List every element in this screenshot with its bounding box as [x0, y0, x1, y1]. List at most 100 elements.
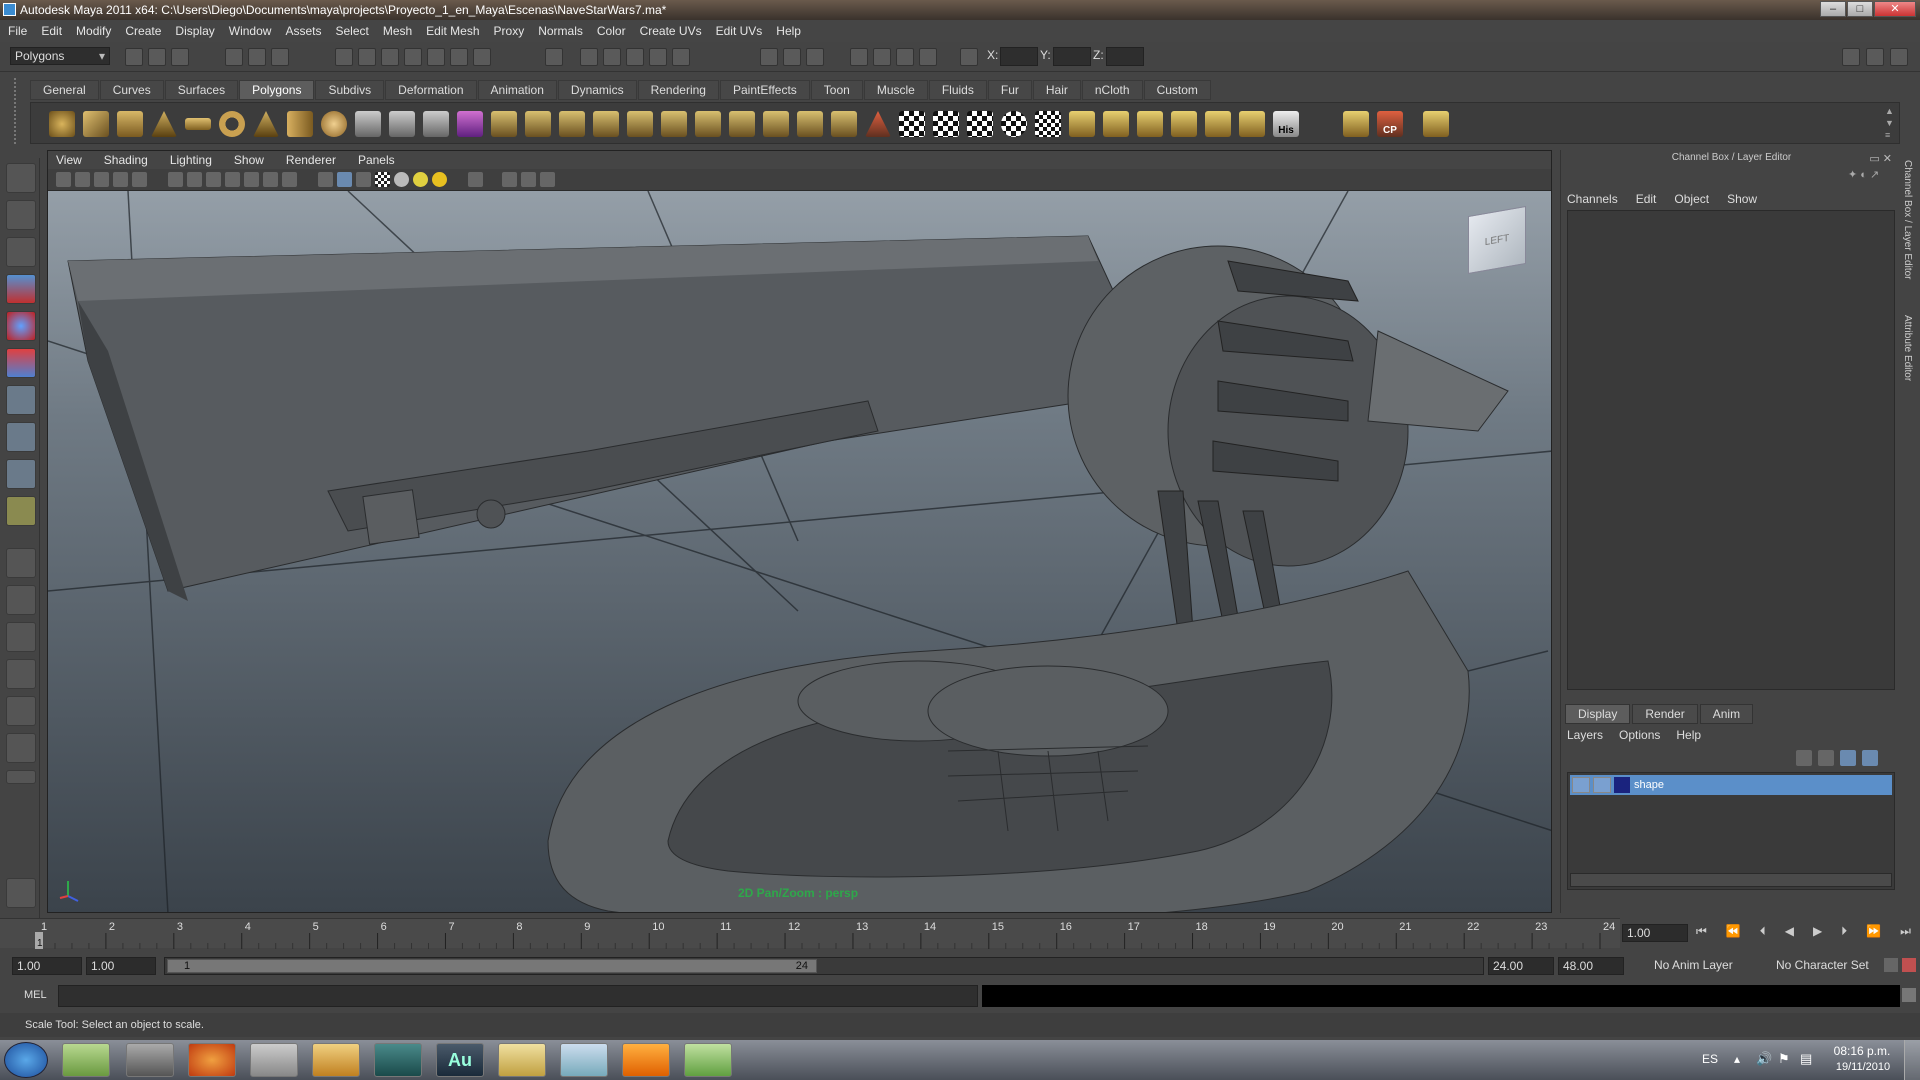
render-view-icon[interactable]: [672, 48, 690, 66]
menu-proxy[interactable]: Proxy: [494, 24, 525, 38]
layer-menu-help[interactable]: Help: [1676, 728, 1701, 742]
range-slider[interactable]: 1 24: [164, 957, 1484, 975]
layout-icon[interactable]: [1842, 48, 1860, 66]
clock-time[interactable]: 08:16 p.m.: [1832, 1044, 1892, 1058]
high-quality-icon[interactable]: [540, 172, 555, 187]
media-player-icon[interactable]: [312, 1043, 360, 1077]
poly-sphere-icon[interactable]: [49, 111, 75, 137]
create-layer-selected-icon[interactable]: [1818, 750, 1834, 766]
smooth-shade-icon[interactable]: [337, 172, 352, 187]
maya-app-icon[interactable]: [3, 3, 16, 16]
channel-box-menu-edit[interactable]: Edit: [1636, 192, 1657, 206]
separate-icon[interactable]: [389, 111, 415, 137]
construction-history-icon[interactable]: [450, 48, 468, 66]
poly-cone-icon[interactable]: [151, 111, 177, 137]
anim-prefs-icon[interactable]: [1902, 958, 1916, 972]
outliner-icon[interactable]: [896, 48, 914, 66]
poly-torus-icon[interactable]: [219, 111, 245, 137]
menu-create[interactable]: Create: [125, 24, 161, 38]
all-lights-icon[interactable]: [413, 172, 428, 187]
camtasia-icon[interactable]: [374, 1043, 422, 1077]
viewport-menu-view[interactable]: View: [56, 153, 82, 167]
fill-hole-icon[interactable]: [763, 111, 789, 137]
menu-create-uvs[interactable]: Create UVs: [640, 24, 702, 38]
field-chart-icon[interactable]: [244, 172, 259, 187]
camera-icon[interactable]: [850, 48, 868, 66]
shelf-tab-subdivs[interactable]: Subdivs: [315, 80, 385, 100]
layer-list-scrollbar[interactable]: [1570, 873, 1892, 887]
step-back-frame-icon[interactable]: ⏴: [1760, 924, 1766, 942]
shelf-tab-rendering[interactable]: Rendering: [637, 80, 719, 100]
auto-mapping-icon[interactable]: [1001, 111, 1027, 137]
x-field[interactable]: [1000, 47, 1038, 66]
end-time-field[interactable]: 48.00: [1558, 957, 1624, 975]
go-to-end-icon[interactable]: ⏭: [1900, 924, 1911, 942]
merge-icon[interactable]: [695, 111, 721, 137]
step-forward-frame-icon[interactable]: ⏵: [1841, 924, 1847, 942]
xray-joints-icon[interactable]: [521, 172, 536, 187]
character-set-dropdown[interactable]: No Character Set: [1772, 957, 1882, 975]
select-camera-icon[interactable]: [56, 172, 71, 187]
step-forward-key-icon[interactable]: ⏩: [1866, 924, 1881, 942]
maximize-button[interactable]: □: [1847, 1, 1873, 17]
split-polygon-icon[interactable]: [593, 111, 619, 137]
shelf-tab-fur[interactable]: Fur: [987, 80, 1032, 100]
menu-edit-mesh[interactable]: Edit Mesh: [426, 24, 479, 38]
shelf-grip[interactable]: [14, 78, 24, 144]
firefox-icon[interactable]: [188, 1043, 236, 1077]
close-button[interactable]: ✕: [1874, 1, 1916, 17]
messenger-icon[interactable]: [684, 1043, 732, 1077]
move-tool-icon[interactable]: [6, 274, 36, 304]
poly-pyramid-icon[interactable]: [253, 111, 279, 137]
film-gate-icon[interactable]: [187, 172, 202, 187]
make-live-icon[interactable]: [427, 48, 445, 66]
play-backwards-icon[interactable]: ◀: [1785, 924, 1794, 942]
viewport-menu-panels[interactable]: Panels: [358, 153, 395, 167]
poly-plane-icon[interactable]: [185, 118, 211, 130]
select-object-icon[interactable]: [248, 48, 266, 66]
wireframe-icon[interactable]: [318, 172, 333, 187]
layer-tab-anim[interactable]: Anim: [1699, 704, 1754, 724]
poly-soccer-ball-icon[interactable]: [321, 111, 347, 137]
layout-uv-icon[interactable]: [1171, 111, 1197, 137]
camera-attributes-icon[interactable]: [75, 172, 90, 187]
unfold-uv-icon[interactable]: [1137, 111, 1163, 137]
new-scene-icon[interactable]: [125, 48, 143, 66]
history-icon[interactable]: His: [1273, 111, 1299, 137]
time-slider[interactable]: 1 2 3 4 5 6 7 8 9 10 11 12 13 14 15 16 17 18 19 20 21 22 23 24 1: [0, 918, 1620, 949]
safe-title-icon[interactable]: [282, 172, 297, 187]
script-editor-icon[interactable]: [1902, 988, 1916, 1002]
open-scene-icon[interactable]: [148, 48, 166, 66]
input-ops-icon[interactable]: [545, 48, 563, 66]
command-input[interactable]: [58, 985, 978, 1007]
image-plane-icon[interactable]: [113, 172, 128, 187]
panel-float-close[interactable]: ▭ ✕: [1869, 152, 1892, 165]
step-back-key-icon[interactable]: ⏪: [1726, 924, 1741, 942]
range-slider-handle[interactable]: 1 24: [167, 959, 817, 973]
shelf-scroll-arrows[interactable]: ▲ ▼ ≡: [1885, 105, 1897, 141]
mirror-geometry-icon[interactable]: [1343, 111, 1369, 137]
extract-icon[interactable]: [423, 111, 449, 137]
menu-select[interactable]: Select: [335, 24, 368, 38]
grid-icon[interactable]: [168, 172, 183, 187]
viewport-menu-show[interactable]: Show: [234, 153, 264, 167]
default-lighting-icon[interactable]: [394, 172, 409, 187]
shelf-tab-dynamics[interactable]: Dynamics: [557, 80, 637, 100]
xray-icon[interactable]: [502, 172, 517, 187]
channel-box-toggle-icon[interactable]: [806, 48, 824, 66]
poly-cylinder-icon[interactable]: [117, 111, 143, 137]
layer-move-up-icon[interactable]: [1840, 750, 1856, 766]
select-hierarchy-icon[interactable]: [225, 48, 243, 66]
persp-viewport[interactable]: View Shading Lighting Show Renderer Panels: [47, 150, 1552, 913]
soft-modification-icon[interactable]: [6, 422, 36, 452]
persp-outliner-layout-icon[interactable]: [6, 622, 36, 652]
normalize-uv-icon[interactable]: [1205, 111, 1231, 137]
last-tool-icon[interactable]: [6, 496, 36, 526]
query-icon[interactable]: [473, 48, 491, 66]
single-pane-layout-icon[interactable]: [6, 548, 36, 578]
viewport-menu-shading[interactable]: Shading: [104, 153, 148, 167]
planar-mapping-icon[interactable]: [899, 111, 925, 137]
persp-hypergraph-layout-icon[interactable]: [6, 733, 36, 763]
four-pane-layout-icon[interactable]: [6, 585, 36, 615]
layout-menu-button[interactable]: [6, 770, 36, 784]
